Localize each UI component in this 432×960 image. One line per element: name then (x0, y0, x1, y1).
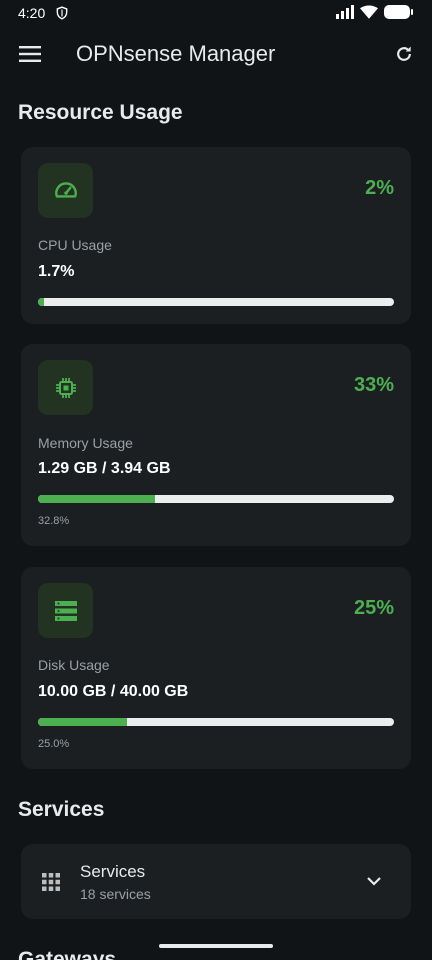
cpu-usage-card[interactable]: 2% CPU Usage 1.7% (21, 147, 411, 324)
cpu-progress-bar (38, 298, 394, 306)
memory-progress-fill (38, 495, 155, 503)
storage-icon (54, 600, 77, 621)
menu-button[interactable] (18, 42, 42, 66)
memory-label: Memory Usage (38, 435, 133, 451)
shield-icon (55, 6, 69, 20)
disk-progress-fill (38, 718, 127, 726)
speedometer-icon (54, 181, 77, 198)
memory-usage-card[interactable]: 33% Memory Usage 1.29 GB / 3.94 GB 32.8% (21, 344, 411, 546)
memory-percent: 33% (353, 374, 394, 396)
disk-value: 10.00 GB / 40.00 GB (38, 683, 189, 700)
status-time: 4:20 (18, 5, 46, 21)
services-heading: Services (18, 798, 105, 821)
disk-percent-detail: 25.0% (38, 738, 70, 750)
battery-icon (384, 4, 414, 23)
cpu-percent: 2% (365, 177, 394, 199)
services-expandable-card[interactable]: Services 18 services (21, 844, 411, 919)
gateways-heading: Gateways (18, 948, 117, 960)
disk-progress-bar (38, 718, 394, 726)
refresh-icon (397, 46, 411, 61)
apps-grid-icon (42, 873, 60, 891)
services-count: 18 services (80, 886, 151, 902)
memory-percent-detail: 32.8% (38, 515, 70, 527)
services-card-title: Services (80, 862, 146, 881)
disk-percent: 25% (353, 597, 394, 619)
refresh-button[interactable] (392, 42, 416, 66)
cpu-label: CPU Usage (38, 237, 112, 253)
memory-value: 1.29 GB / 3.94 GB (38, 460, 171, 477)
memory-chip-icon (55, 377, 76, 398)
app-title: OPNsense Manager (76, 41, 276, 66)
disk-label: Disk Usage (38, 657, 110, 673)
chevron-down-icon[interactable] (365, 872, 383, 890)
memory-icon-box (38, 360, 93, 415)
cpu-value: 1.7% (38, 263, 75, 280)
wifi-icon (360, 4, 378, 22)
app-bar: OPNsense Manager (0, 30, 432, 78)
cpu-icon-box (38, 163, 93, 218)
disk-usage-card[interactable]: 25% Disk Usage 10.00 GB / 40.00 GB 25.0% (21, 567, 411, 769)
disk-icon-box (38, 583, 93, 638)
menu-icon (19, 46, 41, 62)
memory-progress-bar (38, 495, 394, 503)
status-bar: 4:20 (0, 0, 432, 26)
resource-usage-heading: Resource Usage (18, 101, 183, 124)
cpu-progress-fill (38, 298, 45, 306)
home-indicator[interactable] (159, 944, 273, 948)
signal-icon (336, 4, 354, 22)
